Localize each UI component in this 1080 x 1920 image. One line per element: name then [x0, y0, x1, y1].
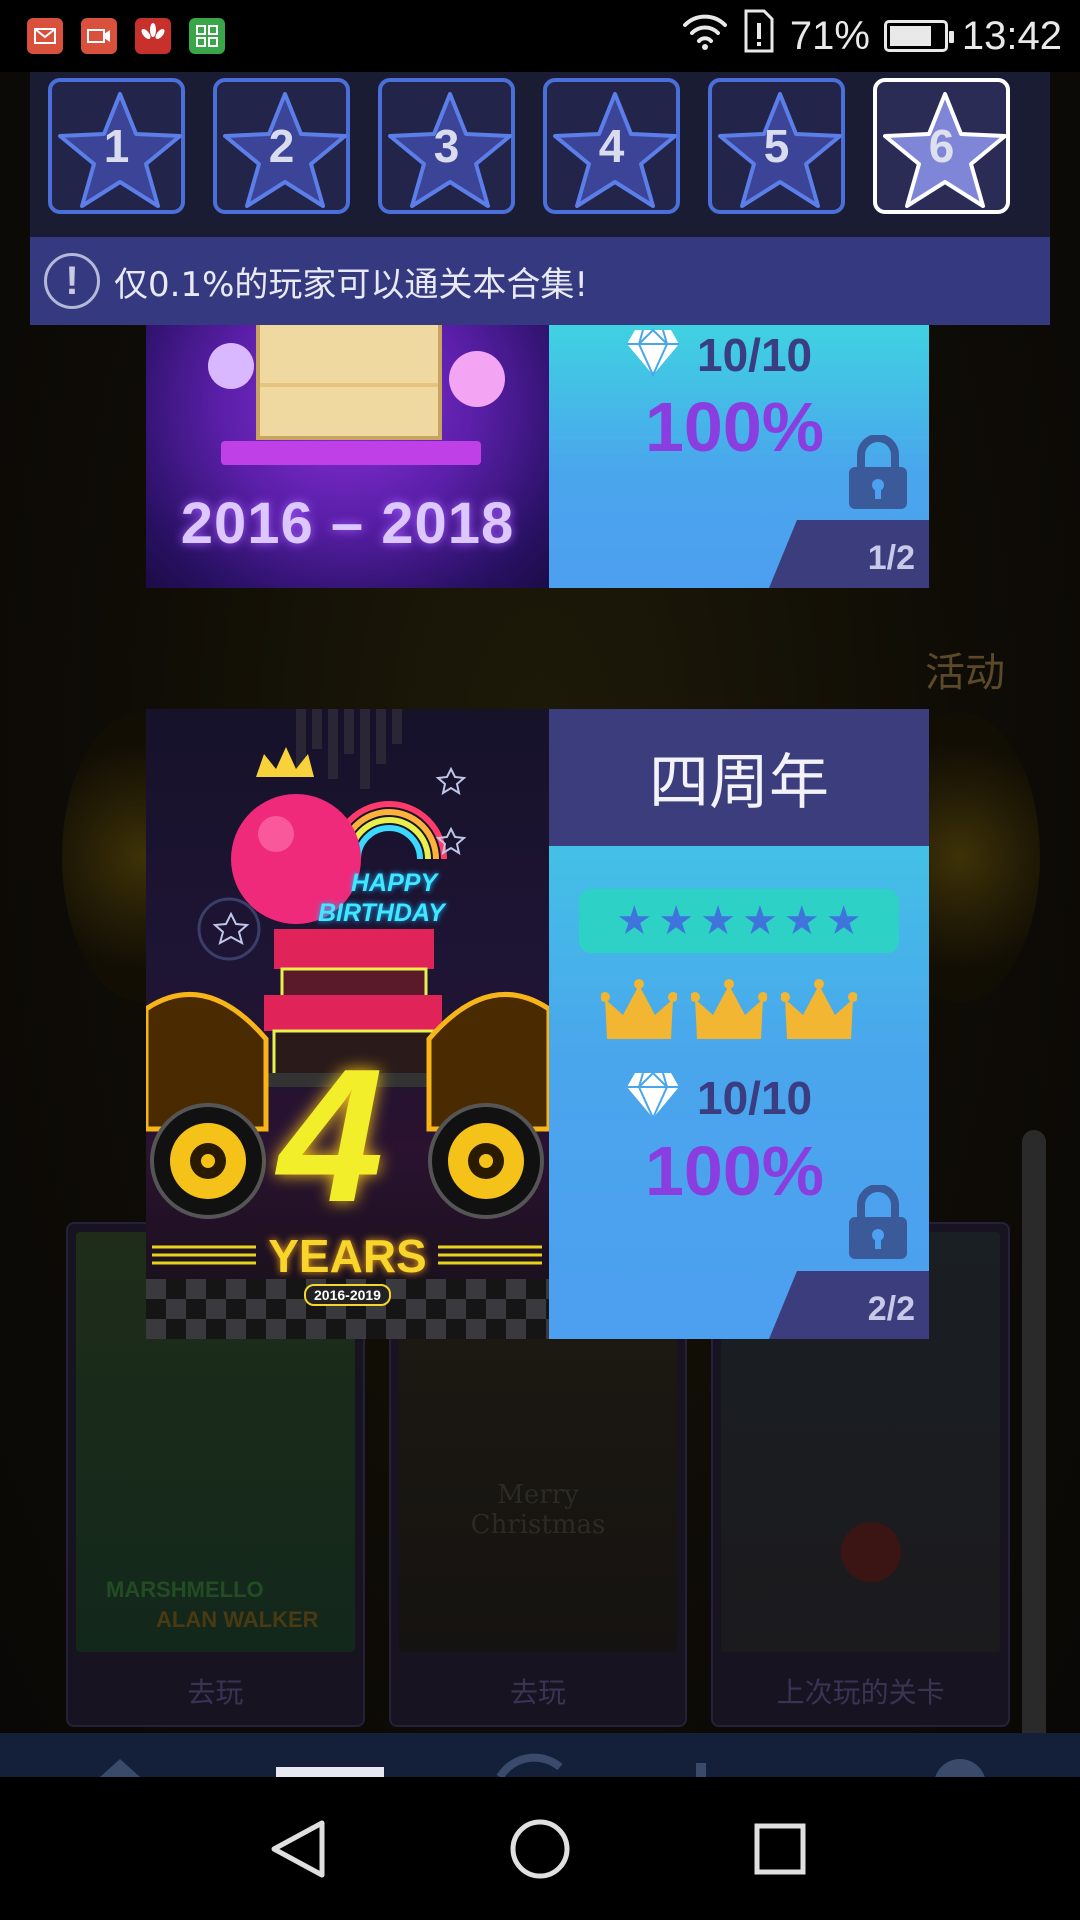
- levels-tab-icon: [276, 1767, 384, 1777]
- page-indicator: 1/2: [769, 520, 929, 588]
- system-nav-bar: [0, 1777, 1080, 1920]
- level-info-panel: 四周年 ★ ★ ★ ★ ★ ★ 10/10 100% 2/2: [549, 709, 929, 1339]
- bg-card-last-level-button[interactable]: 上次玩的关卡: [713, 1671, 1008, 1711]
- years-text: YEARS: [268, 1230, 427, 1282]
- rating-star-icon: ★: [616, 899, 653, 943]
- battery-percent: 71%: [789, 13, 870, 58]
- scrollbar[interactable]: [1022, 1130, 1046, 1745]
- diamond-count: 10/10: [697, 328, 813, 381]
- bg-card-art-text: Merry: [497, 1480, 579, 1510]
- star-tab-number: 2: [268, 120, 295, 172]
- diamond-icon: [625, 327, 681, 382]
- page-indicator: 2/2: [769, 1271, 929, 1339]
- star-tab-number: 3: [433, 120, 460, 172]
- completion-percent: 100%: [645, 388, 825, 466]
- level-art-four-years: HAPPY BIRTHDAY 4 YEARS 2016-2019: [146, 709, 549, 1339]
- page-number: 1/2: [867, 539, 915, 577]
- bg-card-art-text: MARSHMELLO: [106, 1577, 264, 1602]
- diamond-row: 10/10: [625, 327, 812, 382]
- rating-star-icon: ★: [700, 899, 736, 943]
- completion-percent: 100%: [645, 1132, 825, 1210]
- big-four-text: 4: [278, 1030, 384, 1242]
- rating-star-icon: ★: [783, 899, 820, 943]
- cake-graphic: [256, 325, 442, 440]
- status-bar: 71% 13:42: [0, 0, 1080, 72]
- exclamation-icon: !: [44, 253, 100, 309]
- chart-tab-icon: [696, 1763, 706, 1777]
- cake-plate: [221, 441, 481, 465]
- level-card-four-years[interactable]: HAPPY BIRTHDAY 4 YEARS 2016-2019 四周年 ★ ★ ★…: [146, 709, 929, 1339]
- mail-app-icon: [27, 18, 63, 54]
- crown-icon: [780, 977, 858, 1054]
- video-app-icon: [81, 18, 117, 54]
- star-tab-1[interactable]: 1: [48, 78, 185, 214]
- page-number: 2/2: [867, 1290, 915, 1328]
- level-art-2016-2018: 2016 – 2018: [146, 325, 549, 588]
- level-info-panel: 10/10 100% 1/2: [549, 325, 929, 588]
- star-tabs-panel: 1 2 3 4 5 6: [30, 72, 1050, 237]
- star-tab-number: 4: [598, 120, 625, 172]
- level-art-years-text: 2016 – 2018: [180, 491, 515, 556]
- notice-banner: ! 仅0.1%的玩家可以通关本合集!: [30, 237, 1050, 325]
- sim-alert-icon: [742, 9, 776, 63]
- battery-icon: [883, 20, 954, 52]
- bg-card-art-text: Christmas: [470, 1510, 606, 1540]
- game-bottom-tabbar: [0, 1733, 1080, 1777]
- crown-icon: [600, 977, 678, 1054]
- diamond-icon: [625, 1070, 681, 1125]
- rating-star-icon: ★: [742, 899, 778, 943]
- activity-label: 活动: [925, 650, 1005, 696]
- happy-text: HAPPY: [351, 869, 438, 897]
- huawei-app-icon: [135, 18, 171, 54]
- years-range-wrap: 2016-2019: [146, 1284, 549, 1306]
- cake-pop-left: [208, 343, 254, 389]
- birthday-text: BIRTHDAY: [318, 899, 445, 927]
- back-icon[interactable]: [258, 1807, 342, 1891]
- star-tab-3[interactable]: 3: [378, 78, 515, 214]
- apps-icon: [189, 18, 225, 54]
- star-tab-number: 6: [928, 120, 955, 172]
- profile-tab-icon: [496, 1753, 563, 1777]
- years-range: 2016-2019: [304, 1284, 391, 1306]
- crown-row: [600, 977, 858, 1054]
- lock-icon: [847, 434, 909, 516]
- level-title: 四周年: [549, 709, 929, 846]
- cake-pop-right: [449, 351, 505, 407]
- star-tab-2[interactable]: 2: [213, 78, 350, 214]
- diamond-count: 10/10: [697, 1071, 813, 1124]
- star-tab-number: 1: [103, 120, 130, 172]
- home-icon[interactable]: [498, 1807, 582, 1891]
- tabbar-icons: [100, 1753, 985, 1777]
- recents-icon[interactable]: [738, 1807, 822, 1891]
- star-tab-4[interactable]: 4: [543, 78, 680, 214]
- bg-card-play-button[interactable]: 去玩: [68, 1671, 363, 1711]
- diamond-row: 10/10: [625, 1070, 812, 1125]
- bg-card-play-button[interactable]: 去玩: [391, 1671, 686, 1711]
- lock-icon: [847, 1184, 909, 1266]
- star-tab-number: 5: [763, 120, 790, 172]
- wifi-icon: [682, 11, 728, 61]
- rating-star-icon: ★: [825, 899, 862, 943]
- settings-tab-icon: [935, 1759, 985, 1777]
- star-tab-6[interactable]: 6: [873, 78, 1010, 214]
- star-rating: ★ ★ ★ ★ ★ ★: [579, 889, 899, 953]
- home-tab-icon: [100, 1759, 140, 1777]
- notice-text: 仅0.1%的玩家可以通关本合集!: [114, 264, 589, 305]
- clock: 13:42: [961, 13, 1062, 58]
- rating-star-icon: ★: [658, 899, 695, 943]
- star-tab-5[interactable]: 5: [708, 78, 845, 214]
- bg-card-art-text: ALAN WALKER: [156, 1607, 319, 1632]
- crown-icon: [690, 977, 768, 1054]
- bg-card-ball: [841, 1522, 902, 1582]
- level-card-2016-2018[interactable]: 2016 – 2018 10/10 100% 1/2: [146, 325, 929, 588]
